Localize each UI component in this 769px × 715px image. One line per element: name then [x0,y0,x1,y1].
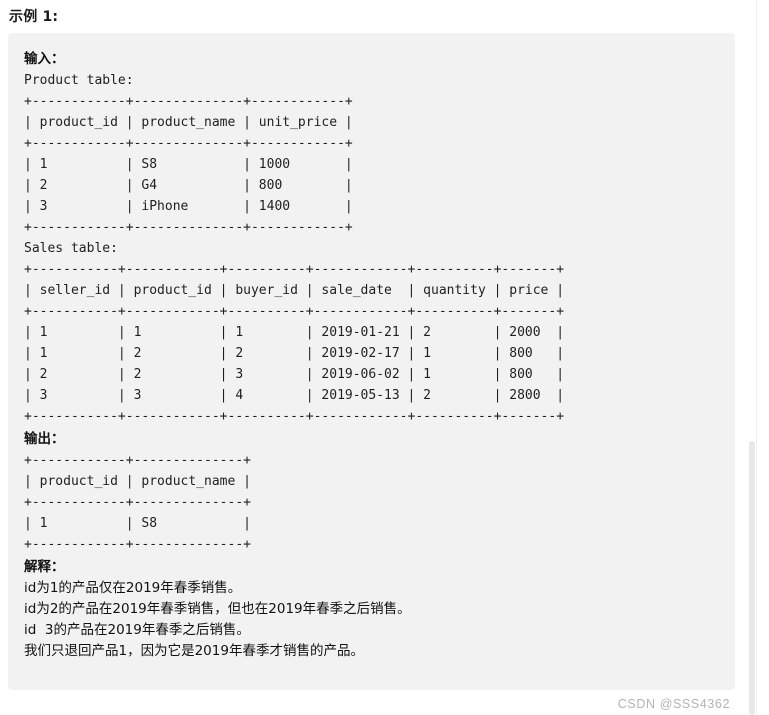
page-title: 示例 1: [9,9,59,25]
explanation-line: id为2的产品在2019年春季销售，但也在2019年春季之后销售。 [24,601,411,617]
example-code-card: 输入： Product table: +------------+-------… [8,33,735,690]
scrollbar-thumb[interactable] [749,441,755,715]
output-table-ascii: +------------+--------------+ | product_… [24,453,251,552]
sales-table-ascii: +-----------+------------+----------+---… [24,262,565,424]
product-table-ascii: +------------+--------------+-----------… [24,94,353,235]
page-root: 示例 1: 输入： Product table: +------------+-… [0,0,752,715]
explanation-section-label: 解释： [24,559,65,575]
product-table-caption: Product table: [24,73,134,88]
watermark: CSDN @SSS4362 [617,697,730,711]
output-section-label: 输出： [24,431,65,447]
sales-table-caption: Sales table: [24,241,118,256]
explanation-line: 我们只退回产品1，因为它是2019年春季才销售的产品。 [24,643,364,659]
explanation-line: id 3的产品在2019年春季之后销售。 [24,622,250,638]
explanation-line: id为1的产品仅在2019年春季销售。 [24,580,242,596]
scrollbar-track [756,0,757,715]
input-section-label: 输入： [24,51,65,67]
